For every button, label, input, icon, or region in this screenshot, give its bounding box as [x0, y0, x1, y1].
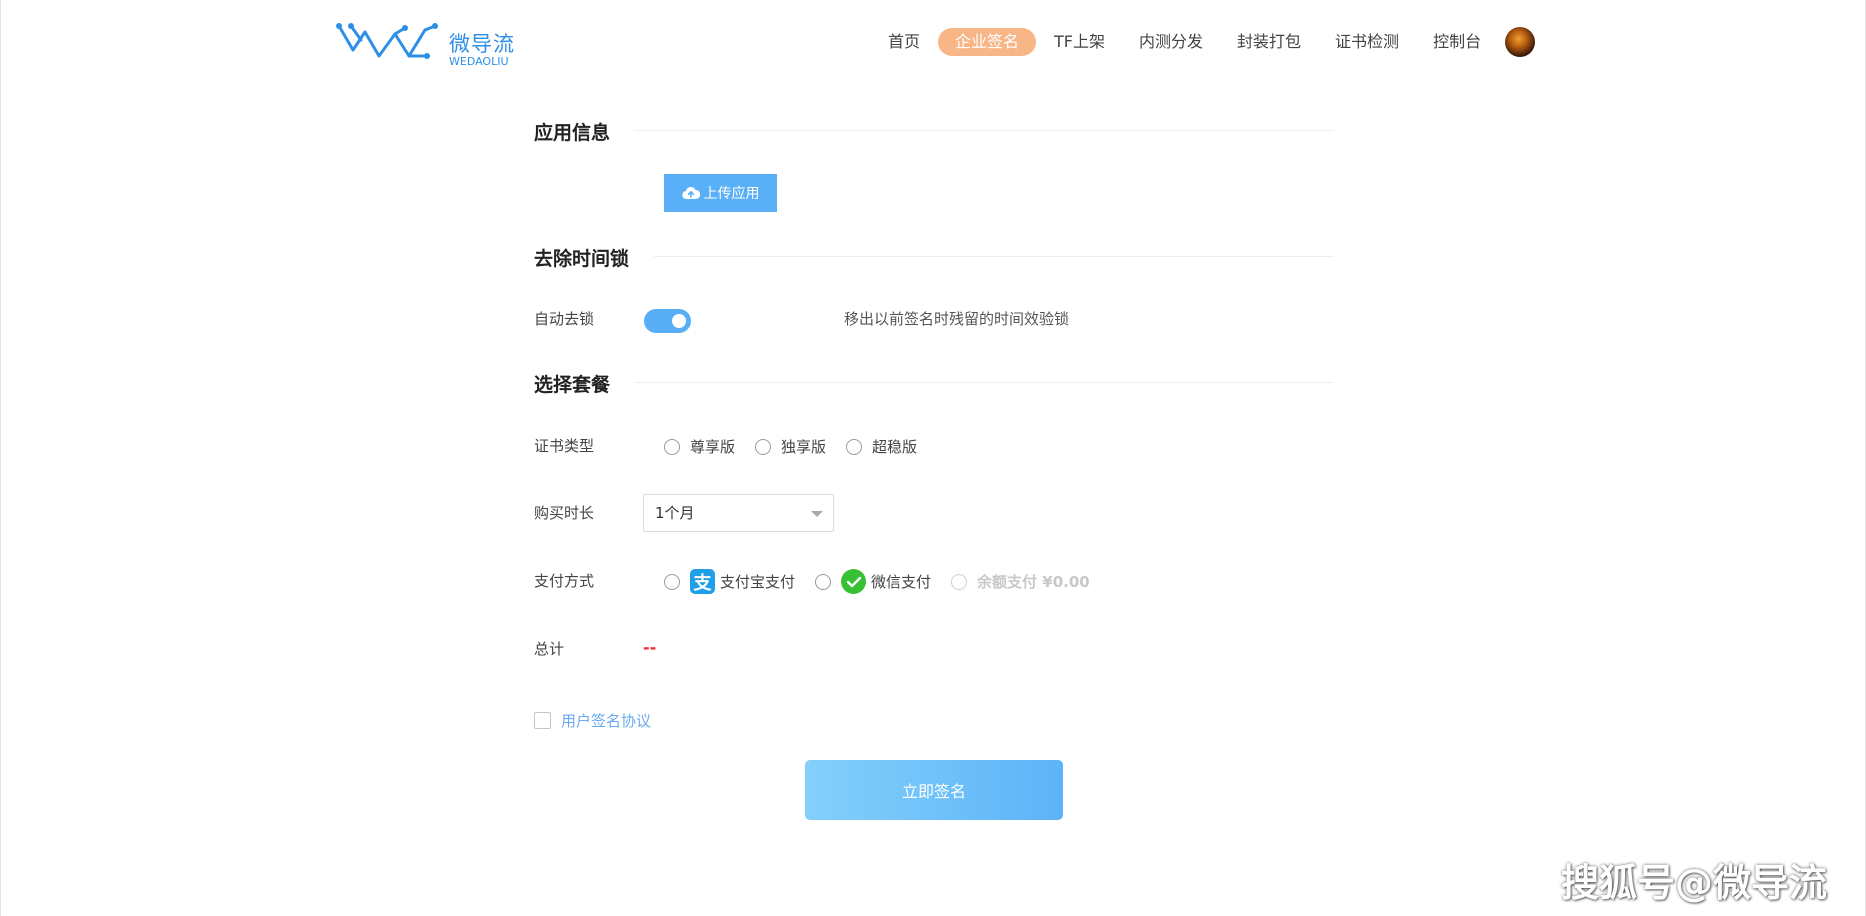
watermark-text: 搜狐号@微导流: [1561, 861, 1828, 905]
cert-option-label: 超稳版: [872, 438, 918, 456]
section-divider: [634, 382, 1334, 383]
duration-select[interactable]: 1个月: [643, 494, 834, 532]
radio-button[interactable]: [664, 573, 680, 590]
payment-option-label: 支付宝支付: [720, 573, 796, 591]
nav-item-beta-distribution[interactable]: 内测分发: [1122, 28, 1220, 56]
cert-option-label: 尊享版: [690, 438, 736, 456]
duration-label: 购买时长: [534, 504, 595, 522]
total-label: 总计: [534, 640, 565, 658]
toggle-knob: [672, 314, 686, 328]
payment-option-balance: 余额支付 ¥0.00: [951, 571, 1090, 592]
sign-now-button[interactable]: 立即签名: [805, 760, 1063, 820]
radio-button[interactable]: [846, 438, 863, 455]
auto-unlock-toggle[interactable]: [644, 309, 691, 333]
section-title-app-info: 应用信息: [534, 122, 611, 144]
brand-name: 微导流: [449, 32, 515, 56]
cert-option-stable[interactable]: 超稳版: [846, 436, 917, 457]
section-title-package: 选择套餐: [534, 374, 611, 396]
radio-button[interactable]: [664, 438, 680, 455]
section-divider: [634, 130, 1334, 131]
agreement-link[interactable]: 用户签名协议: [561, 710, 651, 731]
payment-label: 支付方式: [534, 572, 595, 590]
cloud-upload-icon: [681, 186, 700, 200]
auto-unlock-hint: 移出以前签名时残留的时间效验锁: [844, 310, 1070, 328]
page-frame: 微导流 WEDAOLIU 首页 企业签名 TF上架 内测分发 封装打包 证书检测…: [0, 0, 1866, 916]
radio-button: [951, 573, 968, 590]
cert-option-label: 独享版: [781, 438, 827, 456]
auto-unlock-label: 自动去锁: [534, 310, 595, 328]
duration-value: 1个月: [655, 504, 695, 522]
radio-button[interactable]: [755, 438, 772, 455]
nav-item-tf-listing[interactable]: TF上架: [1037, 28, 1122, 56]
logo-mark-icon: [336, 23, 438, 59]
nav-item-home[interactable]: 首页: [871, 28, 937, 56]
payment-option-alipay[interactable]: 支 支付宝支付: [664, 569, 795, 594]
section-title-time-lock: 去除时间锁: [534, 248, 630, 270]
nav-item-certificate-check[interactable]: 证书检测: [1318, 28, 1416, 56]
upload-app-label: 上传应用: [703, 186, 760, 202]
payment-option-label: 余额支付 ¥0.00: [977, 573, 1090, 591]
cert-option-premium[interactable]: 尊享版: [664, 436, 735, 457]
main-nav: 首页 企业签名 TF上架 内测分发 封装打包 证书检测 控制台: [871, 28, 1498, 56]
nav-item-enterprise-signature[interactable]: 企业签名: [938, 28, 1037, 56]
section-divider: [654, 256, 1334, 257]
payment-option-label: 微信支付: [871, 573, 932, 591]
wechat-pay-icon: [841, 569, 867, 594]
cert-option-exclusive[interactable]: 独享版: [755, 436, 826, 457]
payment-option-wechat[interactable]: 微信支付: [815, 569, 931, 594]
cert-type-group: 尊享版 独享版 超稳版: [664, 436, 937, 457]
nav-item-console[interactable]: 控制台: [1416, 28, 1498, 56]
payment-group: 支 支付宝支付 微信支付 余额支付 ¥0.00: [664, 569, 1110, 594]
chevron-down-icon: [811, 511, 823, 517]
user-avatar-icon[interactable]: [1505, 27, 1535, 57]
cert-type-label: 证书类型: [534, 437, 595, 455]
radio-button[interactable]: [815, 573, 832, 590]
brand-name-en: WEDAOLIU: [449, 55, 509, 68]
nav-item-packaging[interactable]: 封装打包: [1220, 28, 1318, 56]
upload-app-button[interactable]: 上传应用: [664, 174, 777, 212]
agreement-checkbox-row[interactable]: 用户签名协议: [534, 710, 651, 731]
agreement-checkbox[interactable]: [534, 712, 551, 729]
alipay-icon: 支: [690, 569, 715, 594]
brand-logo[interactable]: 微导流 WEDAOLIU: [335, 22, 520, 68]
total-value: --: [643, 638, 657, 657]
